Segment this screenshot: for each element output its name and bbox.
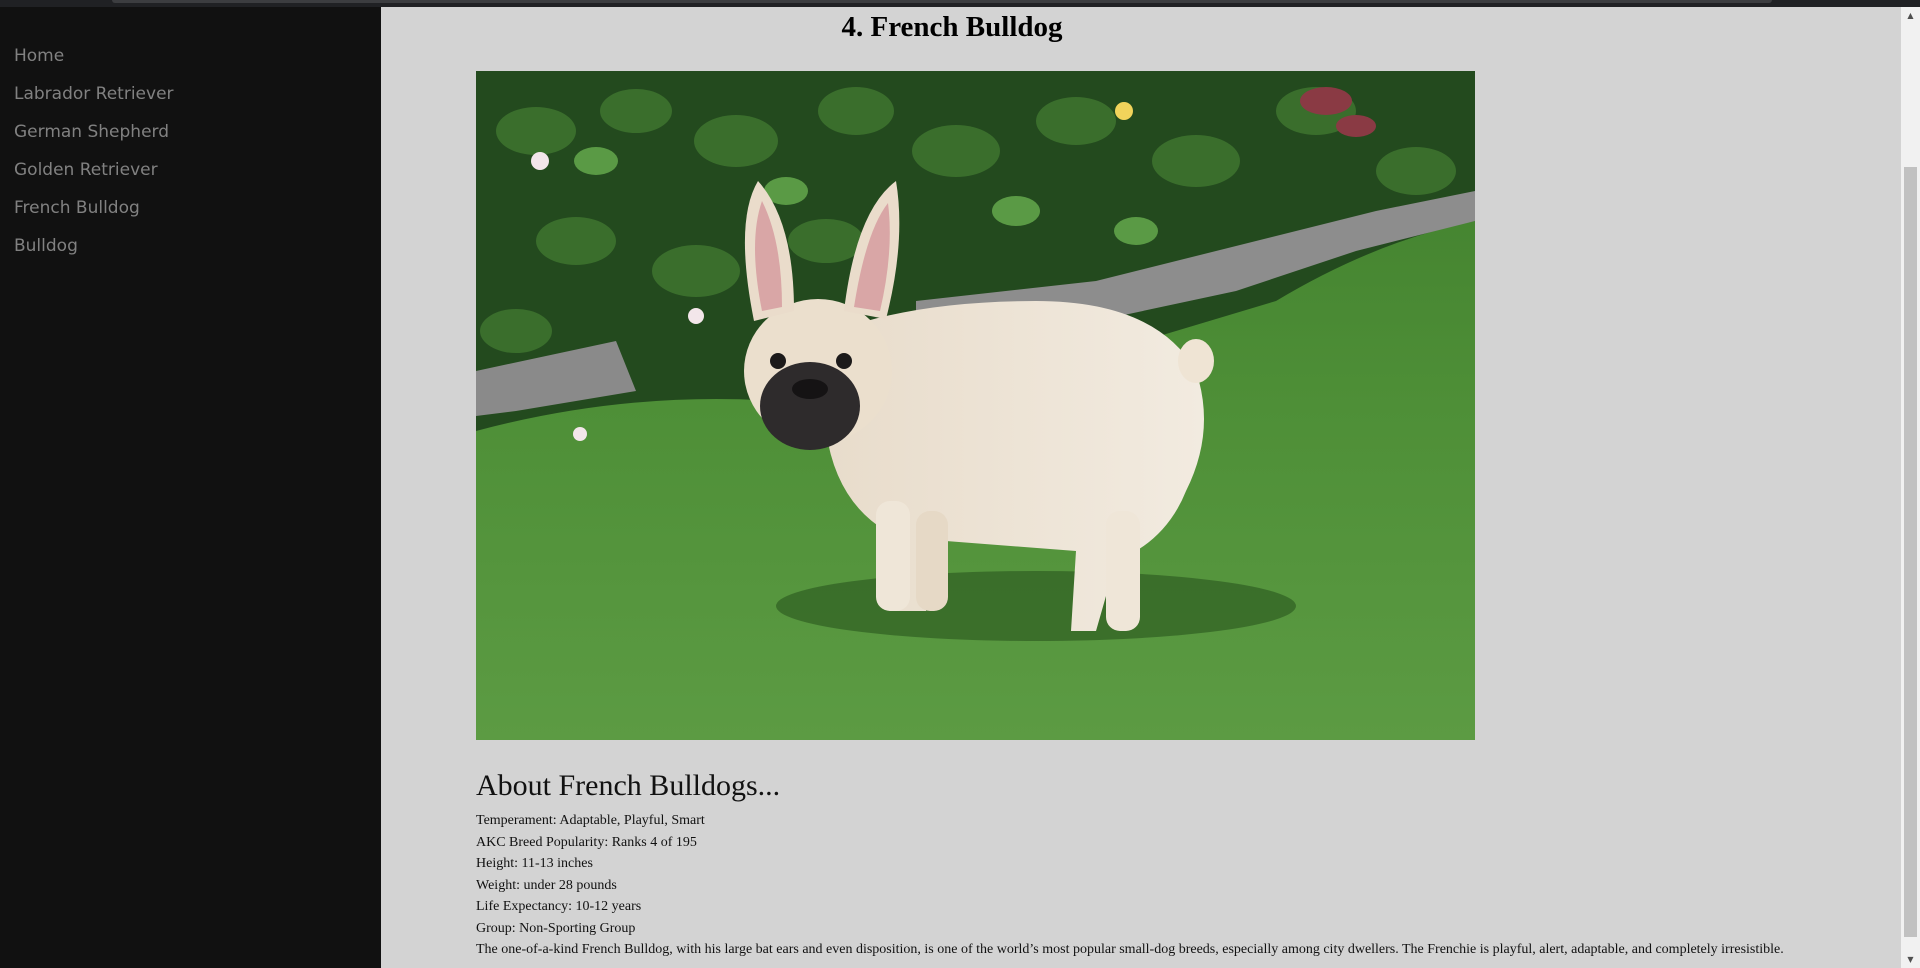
sidebar: Home Labrador Retriever German Shepherd … [0, 7, 381, 968]
fact-life-expectancy: Life Expectancy: 10-12 years [476, 899, 642, 914]
main-content: 4. French Bulldog About French Bulldogs.… [381, 7, 1901, 968]
breed-description: The one-of-a-kind French Bulldog, with h… [476, 942, 1784, 957]
scrollbar-thumb[interactable] [1904, 167, 1917, 937]
fact-temperament: Temperament: Adaptable, Playful, Smart [476, 813, 705, 828]
sidebar-item-bulldog[interactable]: Bulldog [0, 227, 381, 265]
browser-top-edge [0, 0, 1920, 7]
page-title: 4. French Bulldog [841, 11, 1063, 43]
vertical-scrollbar[interactable]: ▲ ▼ [1901, 7, 1920, 968]
sidebar-item-home[interactable]: Home [0, 37, 381, 75]
french-bulldog-photo [476, 71, 1475, 740]
fact-height: Height: 11-13 inches [476, 856, 593, 871]
sidebar-item-french-bulldog[interactable]: French Bulldog [0, 189, 381, 227]
scroll-up-arrow-icon[interactable]: ▲ [1901, 7, 1920, 24]
browser-tab-strip [112, 0, 1772, 3]
sidebar-item-german-shepherd[interactable]: German Shepherd [0, 113, 381, 151]
fact-group: Group: Non-Sporting Group [476, 920, 636, 936]
breed-facts: Temperament: Adaptable, Playful, Smart A… [476, 810, 1896, 961]
sidebar-nav: Home Labrador Retriever German Shepherd … [0, 37, 381, 265]
fact-popularity: AKC Breed Popularity: Ranks 4 of 195 [476, 834, 697, 850]
fact-weight: Weight: under 28 pounds [476, 877, 617, 893]
scroll-down-arrow-icon[interactable]: ▼ [1901, 951, 1920, 968]
sidebar-item-labrador-retriever[interactable]: Labrador Retriever [0, 75, 381, 113]
sidebar-item-golden-retriever[interactable]: Golden Retriever [0, 151, 381, 189]
about-heading: About French Bulldogs... [476, 769, 781, 802]
